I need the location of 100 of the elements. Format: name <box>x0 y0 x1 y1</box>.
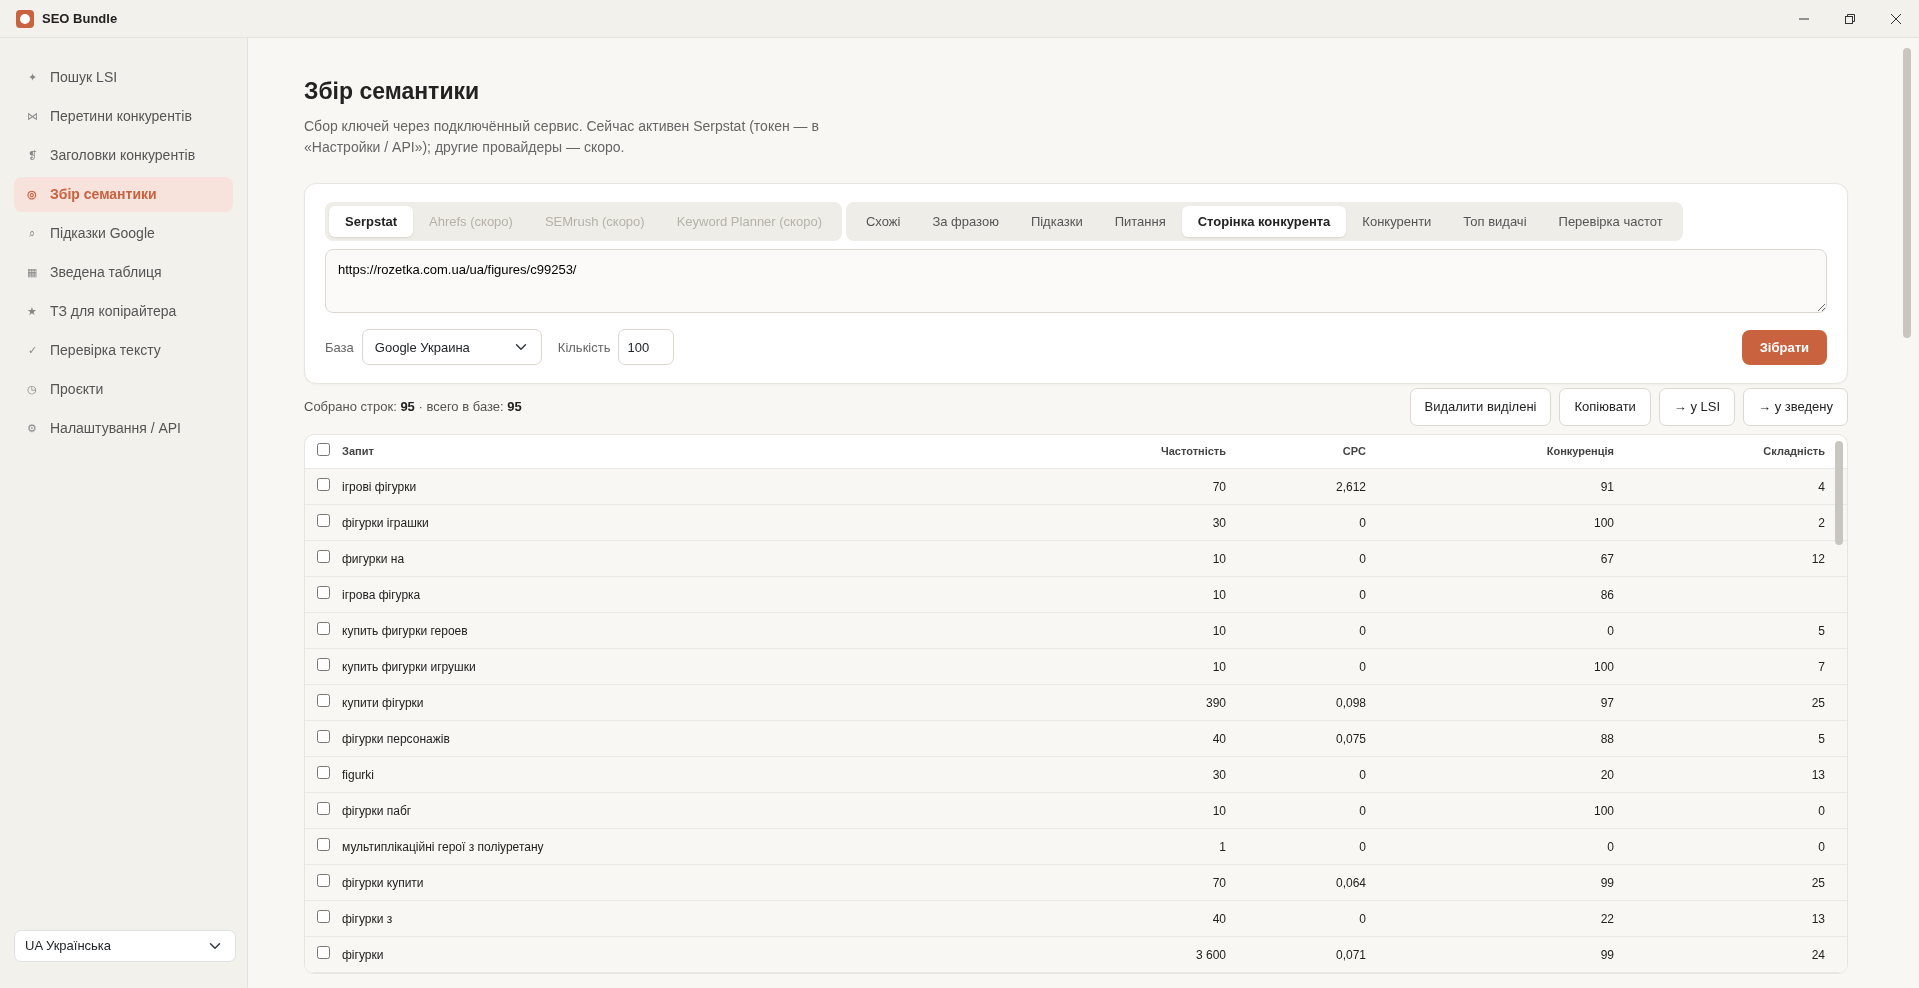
table-cell: 0 <box>1359 623 1366 638</box>
scrollbar[interactable] <box>1835 440 1843 545</box>
sidebar-item[interactable]: ✦ Пошук LSI <box>14 60 233 95</box>
checkbox[interactable] <box>317 873 330 887</box>
tab[interactable]: Перевірка частот <box>1542 205 1679 238</box>
checkbox[interactable] <box>317 621 330 635</box>
table-cell: фігурки персонажів <box>342 731 450 746</box>
table-cell: 7 <box>1818 659 1825 674</box>
table-cell: 0,098 <box>1335 695 1366 710</box>
table-cell: фігурки купити <box>342 875 424 890</box>
checkbox[interactable] <box>317 442 330 456</box>
tab[interactable]: Питання <box>1098 205 1182 238</box>
sidebar-item[interactable]: ❡ Заголовки конкурентів <box>14 138 233 173</box>
tab[interactable]: Схожі <box>849 205 917 238</box>
checkbox[interactable] <box>317 585 330 599</box>
checkbox[interactable] <box>317 729 330 743</box>
table-cell: 10 <box>1212 551 1226 566</box>
checkbox[interactable] <box>317 549 330 563</box>
checkbox[interactable] <box>317 801 330 815</box>
table-cell: фігурки пабг <box>342 803 412 818</box>
checkbox[interactable] <box>317 477 330 491</box>
table-cell: 0 <box>1818 803 1825 818</box>
table-cell: 67 <box>1600 551 1614 566</box>
tab[interactable]: Serpstat <box>329 205 414 238</box>
stats-text: Собрано строк: 95 · всего в базе: 95 <box>304 398 523 417</box>
table-cell: 88 <box>1600 731 1614 746</box>
table-cell: 0 <box>1359 767 1366 782</box>
table-cell: 12 <box>1811 551 1825 566</box>
table-cell: 0,064 <box>1335 875 1366 890</box>
sidebar-item[interactable]: ⋈ Перетини конкурентів <box>14 99 233 134</box>
column-header: Запит <box>341 434 1086 469</box>
nav-icon: ⚙ <box>26 420 38 437</box>
sidebar-item[interactable]: ✓ Перевірка тексту <box>14 333 233 368</box>
table-cell: 0 <box>1359 803 1366 818</box>
sidebar-item[interactable]: ▦ Зведена таблиця <box>14 255 233 290</box>
app-logo-icon <box>16 9 34 28</box>
table-cell: 30 <box>1212 515 1226 530</box>
table-cell: 0 <box>1359 911 1366 926</box>
table-cell: 0 <box>1359 839 1366 854</box>
table-cell: 25 <box>1811 695 1825 710</box>
page-title: Збір семантики <box>304 78 481 106</box>
checkbox[interactable] <box>317 693 330 707</box>
nav-icon: ✦ <box>26 69 38 86</box>
scrollbar[interactable] <box>1903 48 1911 338</box>
language-select[interactable]: UA Українська <box>14 930 236 962</box>
checkbox[interactable] <box>317 765 330 779</box>
tab[interactable]: Конкуренти <box>1346 205 1448 238</box>
tab[interactable]: За фразою <box>916 205 1015 238</box>
restore-icon[interactable] <box>1845 13 1855 24</box>
nav-icon: ✓ <box>26 342 38 359</box>
table-cell: 0,075 <box>1335 731 1366 746</box>
table-cell: 0 <box>1359 587 1366 602</box>
sidebar-item[interactable]: ⌕ Підказки Google <box>14 216 233 251</box>
table-cell: 0 <box>1607 839 1614 854</box>
action-button[interactable]: Видалити виділені <box>1409 388 1552 426</box>
url-field[interactable]: https://rozetka.com.ua/ua/figures/c99253/ <box>325 249 1827 314</box>
action-button[interactable]: → у LSI <box>1658 388 1736 426</box>
table-cell: мультиплікаційні герої з поліуретану <box>342 839 544 854</box>
nav-icon: ⋈ <box>26 108 38 125</box>
table-cell: 24 <box>1811 947 1825 962</box>
table-cell: 10 <box>1212 659 1226 674</box>
sidebar-item[interactable]: ◷ Проєкти <box>14 372 233 407</box>
table-cell: 0 <box>1359 515 1366 530</box>
action-button[interactable]: Копіювати <box>1559 388 1651 426</box>
table-cell: 0 <box>1359 551 1366 566</box>
table-cell: 4 <box>1818 479 1825 494</box>
table-cell: 10 <box>1212 623 1226 638</box>
action-button[interactable]: → у зведену <box>1743 388 1848 426</box>
checkbox[interactable] <box>317 657 330 671</box>
nav-icon: ▦ <box>26 264 38 281</box>
nav-icon: ❡ <box>26 147 38 164</box>
table-cell: 0 <box>1818 839 1825 854</box>
column-header: Конкуренція <box>1376 434 1624 469</box>
checkbox[interactable] <box>317 513 330 527</box>
table-cell: фігурки з <box>342 911 393 926</box>
table-cell: 70 <box>1212 875 1226 890</box>
checkbox[interactable] <box>317 837 330 851</box>
table-cell: купить фигурки игрушки <box>342 659 476 674</box>
table-cell: 3 600 <box>1195 947 1226 962</box>
tab[interactable]: Топ видачі <box>1447 205 1543 238</box>
collect-button[interactable]: Зібрати <box>1741 329 1827 366</box>
tab[interactable]: Підказки <box>1014 205 1099 238</box>
base-select[interactable]: Google Украина <box>361 329 542 366</box>
table-cell: 97 <box>1600 695 1614 710</box>
table-cell: 30 <box>1212 767 1226 782</box>
table-cell: 100 <box>1593 803 1614 818</box>
table-cell: фигурки на <box>342 551 405 566</box>
close-icon[interactable] <box>1891 13 1901 24</box>
checkbox[interactable] <box>317 909 330 923</box>
table-cell: 13 <box>1811 767 1825 782</box>
sidebar-item[interactable]: ⚙ Налаштування / API <box>14 411 233 446</box>
column-header: Частотність <box>1086 434 1236 469</box>
table-cell: 99 <box>1600 947 1614 962</box>
nav-icon: ◎ <box>26 186 38 203</box>
sidebar-item[interactable]: ★ ТЗ для копірайтера <box>14 294 233 329</box>
count-field[interactable]: 100 <box>618 329 675 366</box>
base-label: База <box>325 338 354 357</box>
table-cell: купить фигурки героев <box>342 623 468 638</box>
checkbox[interactable] <box>317 945 330 959</box>
tab[interactable]: Сторінка конкурента <box>1181 205 1347 238</box>
